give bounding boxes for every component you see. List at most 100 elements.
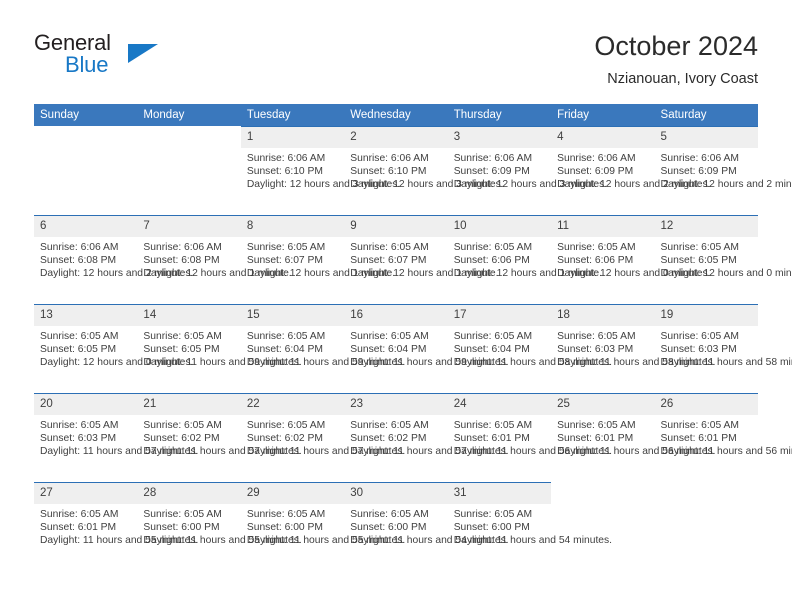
- daylight-text: Daylight: 12 hours and 0 minutes.: [660, 268, 792, 280]
- day-cell[interactable]: 1 Sunrise: 6:06 AM Sunset: 6:10 PM Daylight…: [240, 126, 401, 215]
- sunset-text: Sunset: 6:04 PM: [246, 344, 323, 356]
- day-number: 1: [240, 127, 345, 148]
- sunset-text: Sunset: 6:07 PM: [350, 255, 427, 267]
- day-details: Sunrise: 6:05 AM Sunset: 6:04 PM Daylight:…: [241, 326, 405, 369]
- day-cell[interactable]: 17 Sunrise: 6:05 AM Sunset: 6:04 PM Dayligh…: [447, 304, 613, 393]
- daylight-text: Daylight: 12 hours and 1 minute.: [350, 268, 499, 280]
- sunset-text: Sunset: 6:10 PM: [350, 166, 427, 178]
- day-cell[interactable]: 15 Sunrise: 6:05 AM Sunset: 6:04 PM Dayligh…: [240, 304, 405, 393]
- day-cell[interactable]: 13 Sunrise: 6:05 AM Sunset: 6:05 PM Dayligh…: [34, 304, 194, 393]
- day-details: Sunrise: 6:06 AM Sunset: 6:10 PM Daylight:…: [344, 148, 503, 191]
- sunrise-text: Sunrise: 6:05 AM: [246, 331, 326, 342]
- day-cell[interactable]: 9 Sunrise: 6:05 AM Sunset: 6:07 PM Daylight…: [344, 215, 499, 304]
- calendar-cell: 14 Sunrise: 6:05 AM Sunset: 6:05 PM Dayligh…: [137, 304, 302, 393]
- day-details: Sunrise: 6:06 AM Sunset: 6:09 PM Daylight:…: [551, 148, 710, 191]
- sunset-text: Sunset: 6:03 PM: [557, 344, 634, 356]
- day-number: 24: [447, 394, 552, 415]
- calendar-cell: 29 Sunrise: 6:05 AM Sunset: 6:00 PM Dayligh…: [240, 482, 405, 571]
- day-cell[interactable]: 30 Sunrise: 6:05 AM Sunset: 6:00 PM Dayligh…: [344, 482, 509, 571]
- day-number: 2: [344, 127, 448, 148]
- day-number: 10: [447, 216, 552, 237]
- calendar-cell: 22 Sunrise: 6:05 AM Sunset: 6:02 PM Dayligh…: [240, 393, 406, 482]
- day-details: Sunrise: 6:06 AM Sunset: 6:10 PM Daylight:…: [241, 148, 401, 191]
- sunrise-text: Sunrise: 6:05 AM: [350, 509, 429, 520]
- day-number: 13: [34, 305, 138, 326]
- day-cell[interactable]: 8 Sunrise: 6:05 AM Sunset: 6:07 PM Daylight…: [240, 215, 395, 304]
- calendar-week-row: 6 Sunrise: 6:06 AM Sunset: 6:08 PM Daylight…: [34, 215, 792, 304]
- day-cell[interactable]: 5 Sunrise: 6:06 AM Sunset: 6:09 PM Daylight…: [654, 126, 792, 215]
- weekday-header-saturday: Saturday: [654, 104, 758, 126]
- day-cell[interactable]: 16 Sunrise: 6:05 AM Sunset: 6:04 PM Dayligh…: [344, 304, 509, 393]
- day-cell[interactable]: 11 Sunrise: 6:05 AM Sunset: 6:06 PM Dayligh…: [551, 215, 711, 304]
- calendar-cell: 4 Sunrise: 6:06 AM Sunset: 6:09 PM Daylight…: [551, 126, 711, 215]
- day-number: 27: [34, 483, 138, 504]
- day-number: 20: [34, 394, 138, 415]
- sunset-text: Sunset: 6:09 PM: [660, 166, 737, 178]
- day-cell[interactable]: 7 Sunrise: 6:06 AM Sunset: 6:08 PM Daylight…: [137, 215, 292, 304]
- day-number: 21: [137, 394, 241, 415]
- day-cell[interactable]: 28 Sunrise: 6:05 AM Sunset: 6:00 PM Dayligh…: [137, 482, 302, 571]
- sunset-text: Sunset: 6:00 PM: [143, 522, 220, 534]
- calendar-cell: 31 Sunrise: 6:05 AM Sunset: 6:00 PM Dayligh…: [447, 482, 612, 571]
- calendar-cell: 28 Sunrise: 6:05 AM Sunset: 6:00 PM Dayligh…: [137, 482, 302, 571]
- sunset-text: Sunset: 6:08 PM: [40, 255, 117, 267]
- day-cell[interactable]: 4 Sunrise: 6:06 AM Sunset: 6:09 PM Daylight…: [551, 126, 711, 215]
- day-cell[interactable]: 10 Sunrise: 6:05 AM Sunset: 6:06 PM Dayligh…: [447, 215, 602, 304]
- day-details: Sunrise: 6:05 AM Sunset: 6:00 PM Daylight:…: [448, 504, 612, 547]
- day-number: 14: [137, 305, 241, 326]
- sunrise-text: Sunrise: 6:05 AM: [246, 242, 326, 253]
- sunset-text: Sunset: 6:01 PM: [557, 433, 634, 445]
- day-number: 6: [34, 216, 138, 237]
- day-cell[interactable]: 24 Sunrise: 6:05 AM Sunset: 6:01 PM Dayligh…: [447, 393, 612, 482]
- sunset-text: Sunset: 6:04 PM: [350, 344, 427, 356]
- calendar-cell: 7 Sunrise: 6:06 AM Sunset: 6:08 PM Daylight…: [137, 215, 292, 304]
- day-cell[interactable]: 29 Sunrise: 6:05 AM Sunset: 6:00 PM Dayligh…: [240, 482, 405, 571]
- day-cell[interactable]: 26 Sunrise: 6:05 AM Sunset: 6:01 PM Dayligh…: [654, 393, 792, 482]
- day-cell[interactable]: 3 Sunrise: 6:06 AM Sunset: 6:09 PM Daylight…: [447, 126, 607, 215]
- sunset-text: Sunset: 6:10 PM: [246, 166, 323, 178]
- day-cell[interactable]: 18 Sunrise: 6:05 AM Sunset: 6:03 PM Dayligh…: [551, 304, 716, 393]
- day-details: Sunrise: 6:05 AM Sunset: 6:05 PM Daylight:…: [655, 237, 792, 280]
- day-cell[interactable]: 20 Sunrise: 6:05 AM Sunset: 6:03 PM Dayligh…: [34, 393, 198, 482]
- sunrise-text: Sunrise: 6:05 AM: [350, 420, 429, 431]
- sunset-text: Sunset: 6:02 PM: [246, 433, 323, 445]
- day-details: Sunrise: 6:05 AM Sunset: 6:04 PM Daylight:…: [344, 326, 508, 369]
- daylight-text: Daylight: 11 hours and 57 minutes.: [246, 446, 406, 458]
- sunset-text: Sunset: 6:05 PM: [143, 344, 220, 356]
- sunset-text: Sunset: 6:09 PM: [557, 166, 634, 178]
- daylight-text: Daylight: 11 hours and 58 minutes.: [557, 357, 716, 369]
- sunrise-text: Sunrise: 6:05 AM: [40, 509, 119, 520]
- calendar-body: 1 Sunrise: 6:06 AM Sunset: 6:10 PM Daylight…: [34, 126, 792, 571]
- day-cell[interactable]: 25 Sunrise: 6:05 AM Sunset: 6:01 PM Dayligh…: [551, 393, 715, 482]
- sunrise-text: Sunrise: 6:05 AM: [557, 242, 636, 253]
- sunrise-text: Sunrise: 6:06 AM: [350, 153, 429, 164]
- daylight-text: Daylight: 11 hours and 55 minutes.: [40, 535, 199, 547]
- daylight-text: Daylight: 12 hours and 3 minutes.: [246, 179, 401, 191]
- day-cell-empty: [34, 126, 137, 215]
- day-cell[interactable]: 12 Sunrise: 6:05 AM Sunset: 6:05 PM Dayligh…: [654, 215, 792, 304]
- calendar-cell: 12 Sunrise: 6:05 AM Sunset: 6:05 PM Dayligh…: [654, 215, 792, 304]
- day-cell-empty: [551, 482, 654, 571]
- day-cell[interactable]: 27 Sunrise: 6:05 AM Sunset: 6:01 PM Dayligh…: [34, 482, 199, 571]
- calendar-cell: [137, 126, 241, 215]
- day-cell[interactable]: 23 Sunrise: 6:05 AM Sunset: 6:02 PM Dayligh…: [344, 393, 509, 482]
- triangle-icon: [128, 44, 158, 63]
- sunset-text: Sunset: 6:00 PM: [246, 522, 323, 534]
- calendar-cell: 9 Sunrise: 6:05 AM Sunset: 6:07 PM Daylight…: [344, 215, 499, 304]
- sunset-text: Sunset: 6:01 PM: [453, 433, 530, 445]
- day-cell[interactable]: 2 Sunrise: 6:06 AM Sunset: 6:10 PM Daylight…: [344, 126, 504, 215]
- brand-logo[interactable]: General Blue: [34, 30, 234, 86]
- day-cell[interactable]: 19 Sunrise: 6:05 AM Sunset: 6:03 PM Dayligh…: [654, 304, 792, 393]
- day-cell[interactable]: 6 Sunrise: 6:06 AM Sunset: 6:08 PM Daylight…: [34, 215, 193, 304]
- sunrise-text: Sunrise: 6:06 AM: [660, 153, 739, 164]
- daylight-text: Daylight: 12 hours and 0 minutes.: [40, 357, 194, 369]
- day-details: Sunrise: 6:05 AM Sunset: 6:03 PM Daylight:…: [34, 415, 198, 458]
- day-cell[interactable]: 21 Sunrise: 6:05 AM Sunset: 6:02 PM Dayligh…: [137, 393, 302, 482]
- day-number: 28: [137, 483, 241, 504]
- sunset-text: Sunset: 6:04 PM: [453, 344, 530, 356]
- day-cell[interactable]: 14 Sunrise: 6:05 AM Sunset: 6:05 PM Dayligh…: [137, 304, 302, 393]
- daylight-text: Daylight: 11 hours and 58 minutes.: [453, 357, 613, 369]
- day-cell[interactable]: 22 Sunrise: 6:05 AM Sunset: 6:02 PM Dayligh…: [240, 393, 406, 482]
- day-cell[interactable]: 31 Sunrise: 6:05 AM Sunset: 6:00 PM Dayligh…: [447, 482, 612, 571]
- calendar-cell: [551, 482, 655, 571]
